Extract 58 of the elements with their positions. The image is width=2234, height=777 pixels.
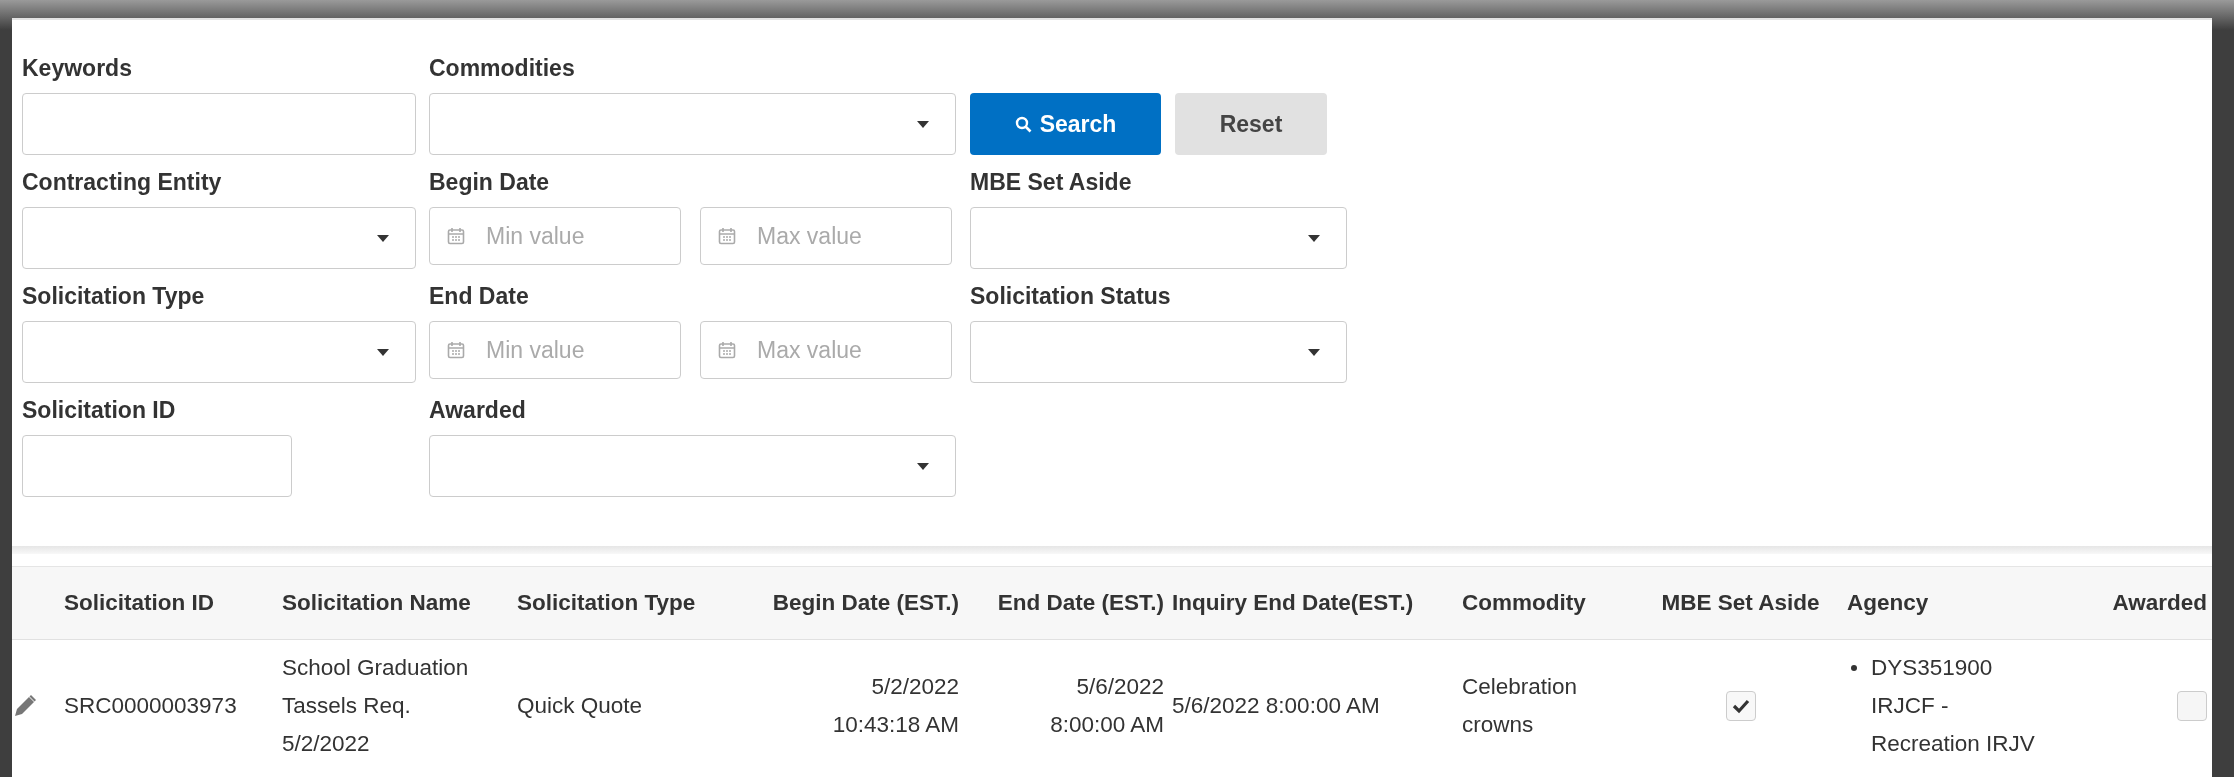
column-header: Solicitation ID [64, 590, 215, 616]
date-field[interactable]: Min value [429, 321, 681, 379]
dropdown-field[interactable] [429, 435, 956, 497]
caret-icon [377, 234, 389, 242]
caret-icon [1308, 234, 1320, 242]
reset-button[interactable]: Reset [1175, 93, 1327, 155]
table-cell-text: 5/6/2022 8:00:00 AM [1050, 673, 1164, 739]
table-cell-text: School Graduation Tassels Req. 5/2/2022 [282, 654, 469, 758]
field-label: Begin Date [429, 168, 551, 196]
text-field[interactable] [22, 93, 416, 155]
dropdown-field[interactable] [429, 93, 956, 155]
text-field[interactable] [22, 435, 292, 497]
dropdown-field[interactable] [970, 321, 1347, 383]
column-header: Begin Date (EST.) [771, 590, 960, 616]
field-label: Contracting Entity [22, 168, 223, 196]
field-label: Awarded [429, 396, 527, 424]
table-cell-text: SRC0000003973 [64, 692, 237, 720]
field-label: Keywords [22, 54, 133, 82]
table-cell-text: Quick Quote [517, 692, 643, 720]
search-icon [1014, 115, 1032, 133]
search-button[interactable]: Search [970, 93, 1161, 155]
column-header: Agency [1847, 590, 1930, 616]
date-field[interactable]: Max value [700, 321, 952, 379]
field-label: MBE Set Aside [970, 168, 1133, 196]
column-header: Inquiry End Date(EST.) [1172, 590, 1415, 616]
field-label: Solicitation Status [970, 282, 1172, 310]
date-field[interactable]: Min value [429, 207, 681, 265]
table-cell-text: Celebration crowns [1462, 673, 1578, 739]
column-header: Commodity [1462, 590, 1587, 616]
checkbox[interactable] [1725, 691, 1756, 721]
field-label: Commodities [429, 54, 576, 82]
calendar-icon [447, 227, 465, 245]
caret-icon [917, 462, 929, 470]
calendar-icon [718, 227, 736, 245]
check-icon [1731, 698, 1750, 714]
caret-icon [1308, 348, 1320, 356]
table-cell-text: 5/6/2022 8:00:00 AM [1172, 692, 1380, 720]
date-field[interactable]: Max value [700, 207, 952, 265]
column-header: End Date (EST.) [996, 590, 1165, 616]
field-label: Solicitation Type [22, 282, 206, 310]
dropdown-field[interactable] [22, 321, 416, 383]
caret-icon [917, 120, 929, 128]
checkbox[interactable] [2177, 691, 2207, 721]
agency-text: DYS351900 IRJCF - Recreation IRJV [1871, 654, 2035, 758]
column-header: Awarded [2111, 590, 2208, 616]
column-header: MBE Set Aside [1660, 590, 1821, 616]
dropdown-field[interactable] [22, 207, 416, 269]
field-label: Solicitation ID [22, 396, 177, 424]
column-header: Solicitation Type [517, 590, 697, 616]
calendar-icon [447, 341, 465, 359]
calendar-icon [718, 341, 736, 359]
field-label: End Date [429, 282, 530, 310]
dropdown-field[interactable] [970, 207, 1347, 269]
pencil-icon[interactable] [12, 693, 38, 719]
column-header: Solicitation Name [282, 590, 472, 616]
bullet-icon [1851, 665, 1857, 671]
caret-icon [377, 348, 389, 356]
table-cell-text: 5/2/2022 10:43:18 AM [832, 673, 959, 739]
